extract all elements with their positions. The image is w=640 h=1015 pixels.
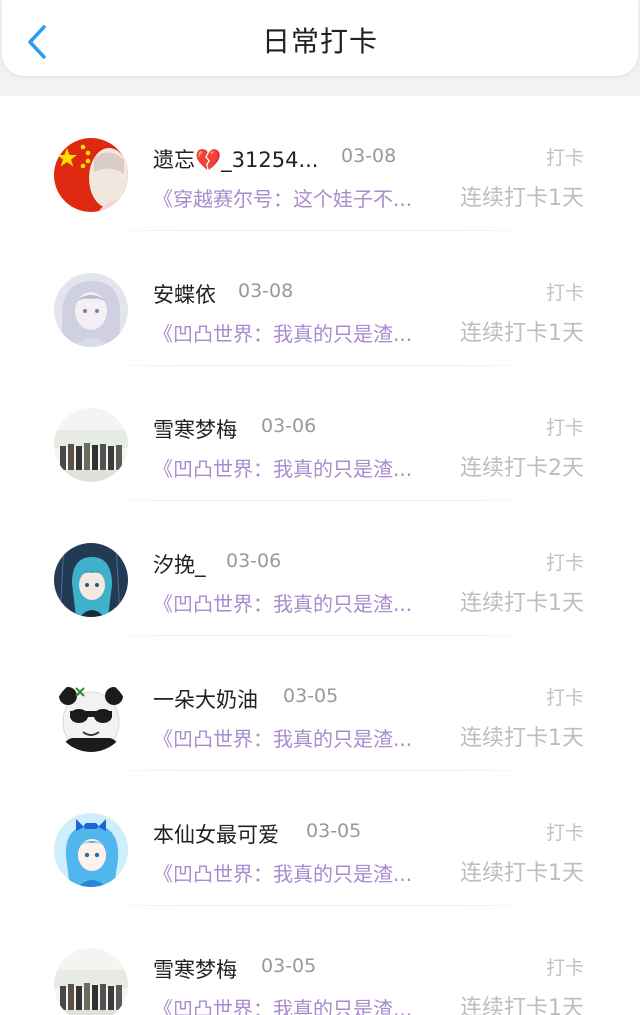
checkin-list: 遗忘💔_31254... 03-08 打卡 《穿越赛尔号：这个娃子不... 连续…	[0, 96, 640, 1015]
avatar[interactable]	[54, 678, 128, 752]
checkin-status: 打卡	[545, 957, 584, 979]
book-title-link[interactable]: 《凹凸世界：我真的只是渣...	[153, 723, 440, 752]
user-name[interactable]: 雪寒梦梅	[153, 414, 237, 444]
checkin-status: 打卡	[545, 417, 584, 439]
avatar[interactable]	[54, 273, 128, 347]
avatar[interactable]	[54, 138, 128, 212]
post-date: 03-05	[306, 820, 362, 842]
user-name[interactable]: 雪寒梦梅	[153, 954, 237, 984]
post-date: 03-05	[261, 955, 317, 977]
user-name[interactable]: 本仙女最可爱	[153, 819, 279, 849]
streak-count: 连续打卡2天	[460, 456, 584, 481]
avatar[interactable]	[54, 948, 128, 1015]
top-bar: 日常打卡	[0, 0, 640, 96]
list-item[interactable]: 安蝶依 03-08 打卡 《凹凸世界：我真的只是渣... 连续打卡1天	[0, 231, 640, 366]
book-title-link[interactable]: 《凹凸世界：我真的只是渣...	[153, 858, 440, 887]
streak-count: 连续打卡1天	[460, 861, 584, 886]
post-date: 03-08	[238, 280, 294, 302]
book-title-link[interactable]: 《凹凸世界：我真的只是渣...	[153, 993, 440, 1015]
checkin-status: 打卡	[545, 552, 584, 574]
book-title-link[interactable]: 《凹凸世界：我真的只是渣...	[153, 318, 440, 347]
header: 日常打卡	[2, 0, 638, 76]
streak-count: 连续打卡1天	[460, 726, 584, 751]
post-date: 03-06	[261, 415, 317, 437]
page-title: 日常打卡	[261, 25, 378, 58]
checkin-status: 打卡	[545, 687, 584, 709]
user-name[interactable]: 汐挽_	[153, 549, 206, 579]
user-name[interactable]: 遗忘💔_31254...	[153, 144, 318, 174]
book-title-link[interactable]: 《穿越赛尔号：这个娃子不...	[153, 183, 440, 212]
list-item[interactable]: 遗忘💔_31254... 03-08 打卡 《穿越赛尔号：这个娃子不... 连续…	[0, 96, 640, 231]
list-item[interactable]: 雪寒梦梅 03-05 打卡 《凹凸世界：我真的只是渣... 连续打卡1天	[0, 906, 640, 1015]
list-item[interactable]: 雪寒梦梅 03-06 打卡 《凹凸世界：我真的只是渣... 连续打卡2天	[0, 366, 640, 501]
book-title-link[interactable]: 《凹凸世界：我真的只是渣...	[153, 453, 440, 482]
post-date: 03-08	[341, 145, 397, 167]
streak-count: 连续打卡1天	[460, 591, 584, 616]
streak-count: 连续打卡1天	[460, 186, 584, 211]
avatar[interactable]	[54, 408, 128, 482]
checkin-status: 打卡	[545, 147, 584, 169]
user-name[interactable]: 安蝶依	[153, 279, 216, 309]
book-title-link[interactable]: 《凹凸世界：我真的只是渣...	[153, 588, 440, 617]
avatar[interactable]	[54, 543, 128, 617]
user-name[interactable]: 一朵大奶油	[153, 684, 258, 714]
list-item[interactable]: 汐挽_ 03-06 打卡 《凹凸世界：我真的只是渣... 连续打卡1天	[0, 501, 640, 636]
post-date: 03-06	[226, 550, 282, 572]
streak-count: 连续打卡1天	[460, 321, 584, 346]
post-date: 03-05	[283, 685, 339, 707]
avatar[interactable]	[54, 813, 128, 887]
list-item[interactable]: 本仙女最可爱 03-05 打卡 《凹凸世界：我真的只是渣... 连续打卡1天	[0, 771, 640, 906]
streak-count: 连续打卡1天	[460, 996, 584, 1015]
checkin-status: 打卡	[545, 282, 584, 304]
checkin-status: 打卡	[545, 822, 584, 844]
list-item[interactable]: 一朵大奶油 03-05 打卡 《凹凸世界：我真的只是渣... 连续打卡1天	[0, 636, 640, 771]
